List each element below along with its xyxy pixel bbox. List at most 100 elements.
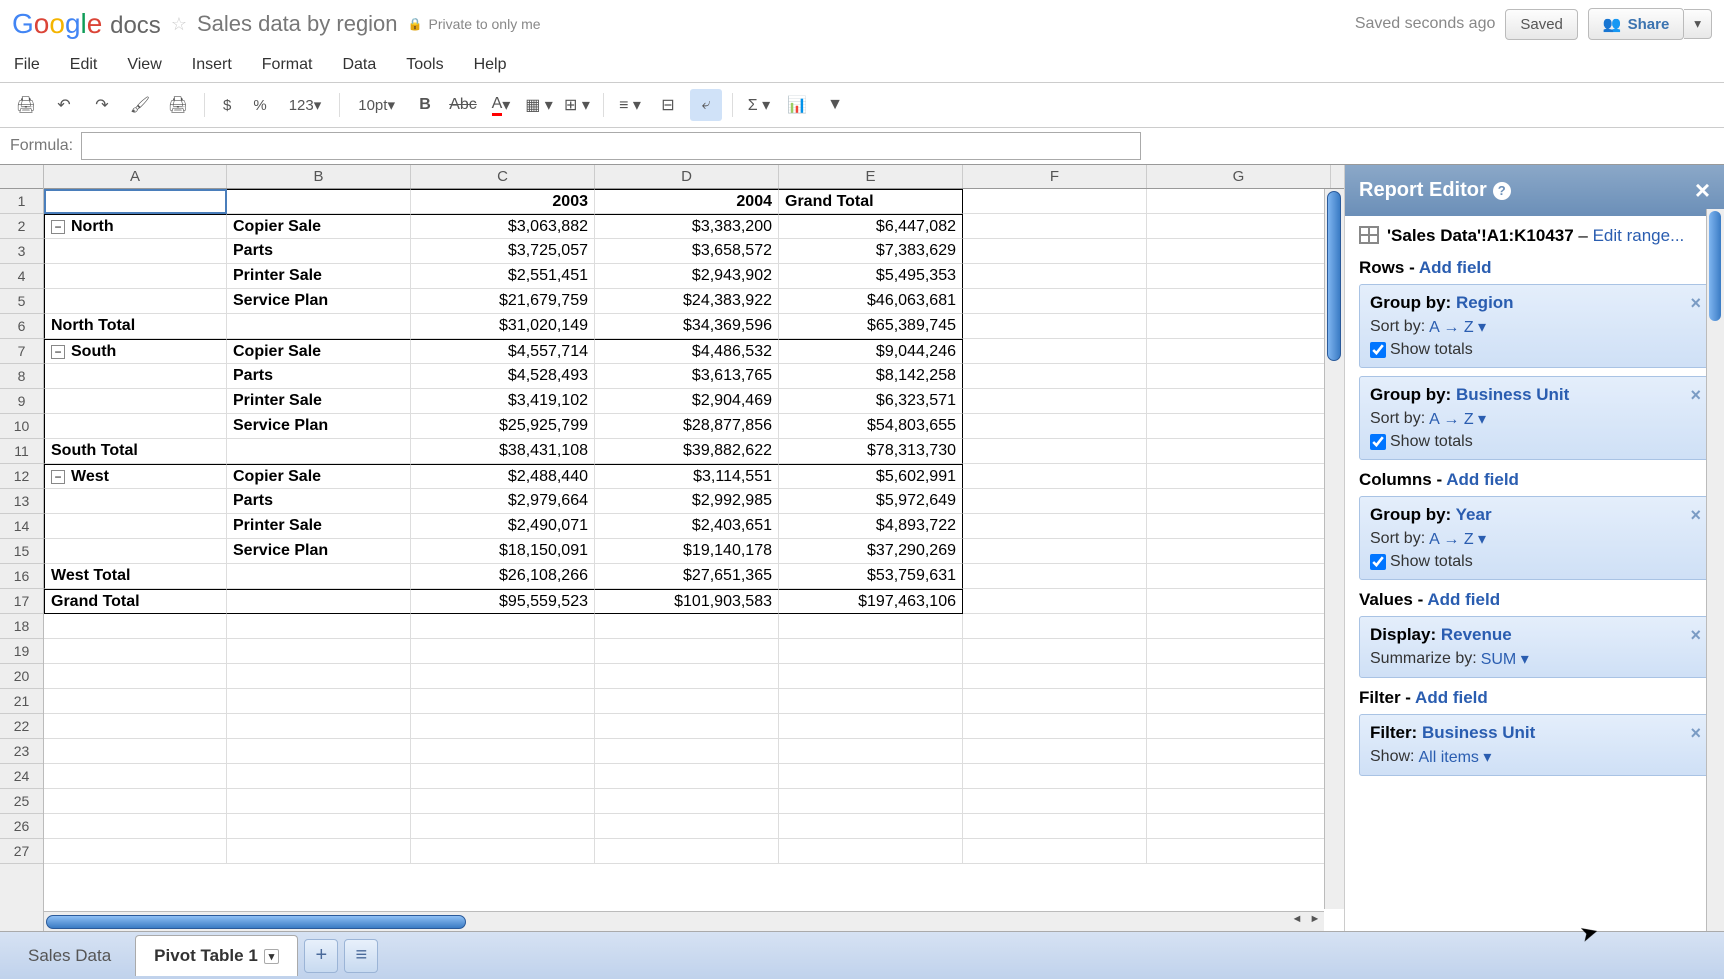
cell[interactable]: [44, 839, 227, 864]
row-group-business-unit[interactable]: × Group by: Business Unit Sort by: A → Z…: [1359, 376, 1710, 460]
cell[interactable]: [1147, 739, 1331, 764]
sort-dropdown[interactable]: A → Z ▾: [1429, 409, 1486, 429]
remove-icon[interactable]: ×: [1690, 505, 1701, 526]
formula-input[interactable]: [81, 132, 1141, 160]
cell[interactable]: [1147, 639, 1331, 664]
cell[interactable]: $3,419,102: [411, 389, 595, 414]
cell[interactable]: [411, 789, 595, 814]
cell[interactable]: [1147, 814, 1331, 839]
cell[interactable]: Parts: [227, 364, 411, 389]
cell[interactable]: [963, 189, 1147, 214]
value-revenue[interactable]: × Display: Revenue Summarize by: SUM ▾: [1359, 616, 1710, 678]
cell[interactable]: [44, 414, 227, 439]
cell[interactable]: [44, 539, 227, 564]
cell[interactable]: $53,759,631: [779, 564, 963, 589]
row-header[interactable]: 21: [0, 689, 43, 714]
cell[interactable]: Service Plan: [227, 289, 411, 314]
show-totals-checkbox[interactable]: [1370, 554, 1386, 570]
cell[interactable]: [963, 789, 1147, 814]
cell[interactable]: [779, 739, 963, 764]
menu-help[interactable]: Help: [474, 56, 507, 74]
cell[interactable]: [411, 714, 595, 739]
cell[interactable]: 2003: [411, 189, 595, 214]
star-icon[interactable]: ☆: [171, 14, 187, 35]
cell[interactable]: [963, 614, 1147, 639]
cell[interactable]: $28,877,856: [595, 414, 779, 439]
help-icon[interactable]: ?: [1493, 182, 1511, 200]
share-dropdown[interactable]: ▾: [1684, 9, 1712, 39]
add-cols-field[interactable]: Add field: [1446, 470, 1519, 489]
cell[interactable]: Copier Sale: [227, 339, 411, 364]
cell[interactable]: Parts: [227, 239, 411, 264]
cell[interactable]: [779, 714, 963, 739]
menu-tools[interactable]: Tools: [406, 56, 443, 74]
cell[interactable]: [595, 714, 779, 739]
sort-dropdown[interactable]: A → Z ▾: [1429, 317, 1486, 337]
cell[interactable]: [963, 764, 1147, 789]
cell[interactable]: [1147, 239, 1331, 264]
remove-icon[interactable]: ×: [1690, 723, 1701, 744]
fill-color-icon[interactable]: ▦ ▾: [523, 89, 555, 121]
cell[interactable]: [779, 764, 963, 789]
cell[interactable]: [411, 839, 595, 864]
cell[interactable]: [595, 789, 779, 814]
cell[interactable]: [595, 614, 779, 639]
menu-file[interactable]: File: [14, 56, 40, 74]
row-header[interactable]: 25: [0, 789, 43, 814]
cell[interactable]: [1147, 789, 1331, 814]
cell[interactable]: [1147, 539, 1331, 564]
cell[interactable]: [1147, 714, 1331, 739]
cell[interactable]: [779, 689, 963, 714]
cell[interactable]: [779, 614, 963, 639]
cell[interactable]: [1147, 839, 1331, 864]
row-header[interactable]: 24: [0, 764, 43, 789]
cell[interactable]: [595, 689, 779, 714]
cell[interactable]: [227, 439, 411, 464]
cell[interactable]: Printer Sale: [227, 264, 411, 289]
menu-data[interactable]: Data: [342, 56, 376, 74]
cell[interactable]: $5,495,353: [779, 264, 963, 289]
row-header[interactable]: 18: [0, 614, 43, 639]
row-header[interactable]: 23: [0, 739, 43, 764]
cell[interactable]: $34,369,596: [595, 314, 779, 339]
cell[interactable]: $3,114,551: [595, 464, 779, 489]
cell[interactable]: [44, 189, 227, 214]
sheet-hscroll[interactable]: ◄ ►: [44, 911, 1324, 931]
cell[interactable]: $38,431,108: [411, 439, 595, 464]
cell[interactable]: $25,925,799: [411, 414, 595, 439]
cell[interactable]: [779, 789, 963, 814]
cell[interactable]: [227, 839, 411, 864]
cell[interactable]: [1147, 364, 1331, 389]
cell[interactable]: −South: [44, 339, 227, 364]
cell[interactable]: [227, 314, 411, 339]
cell[interactable]: [963, 364, 1147, 389]
cell[interactable]: [227, 664, 411, 689]
cell[interactable]: West Total: [44, 564, 227, 589]
cell[interactable]: −North: [44, 214, 227, 239]
cell[interactable]: Grand Total: [44, 589, 227, 614]
filter-icon[interactable]: ▼: [819, 89, 851, 121]
row-header[interactable]: 10: [0, 414, 43, 439]
remove-icon[interactable]: ×: [1690, 293, 1701, 314]
cell[interactable]: $3,383,200: [595, 214, 779, 239]
cell[interactable]: [779, 639, 963, 664]
cell[interactable]: [963, 539, 1147, 564]
cell[interactable]: [44, 789, 227, 814]
cell[interactable]: $4,486,532: [595, 339, 779, 364]
cell[interactable]: [44, 764, 227, 789]
row-header[interactable]: 12: [0, 464, 43, 489]
cell[interactable]: [595, 739, 779, 764]
remove-icon[interactable]: ×: [1690, 625, 1701, 646]
cell[interactable]: [1147, 464, 1331, 489]
row-header[interactable]: 6: [0, 314, 43, 339]
cell[interactable]: [227, 714, 411, 739]
all-sheets-button[interactable]: ≡: [344, 939, 378, 973]
cell[interactable]: [595, 664, 779, 689]
cell[interactable]: [227, 689, 411, 714]
row-header[interactable]: 17: [0, 589, 43, 614]
row-header[interactable]: 13: [0, 489, 43, 514]
show-totals-checkbox[interactable]: [1370, 434, 1386, 450]
row-header[interactable]: 19: [0, 639, 43, 664]
undo-icon[interactable]: ↶: [48, 89, 80, 121]
print-icon-2[interactable]: 🖨: [162, 89, 194, 121]
